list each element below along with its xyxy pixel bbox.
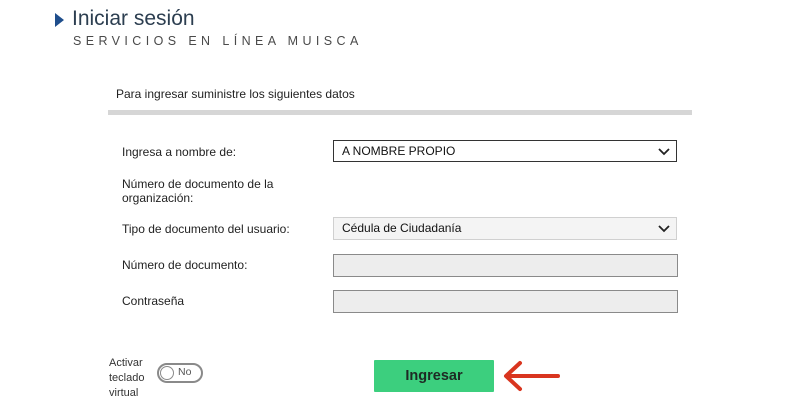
user-doc-type-label: Tipo de documento del usuario:: [122, 222, 290, 236]
chevron-down-icon: [658, 225, 670, 233]
on-behalf-label: Ingresa a nombre de:: [122, 145, 237, 159]
toggle-knob: [160, 366, 174, 380]
password-input[interactable]: [333, 290, 678, 313]
login-panel: Para ingresar suministre los siguientes …: [108, 76, 692, 115]
page-subtitle: SERVICIOS EN LÍNEA MUISCA: [73, 34, 363, 48]
org-doc-label: Número de documento de la organización:: [122, 177, 274, 205]
doc-number-input[interactable]: [333, 254, 678, 277]
chevron-down-icon: [658, 148, 670, 156]
triangle-right-icon: [55, 13, 64, 27]
toggle-state-text: No: [178, 366, 192, 378]
panel-heading: Para ingresar suministre los siguientes …: [108, 76, 692, 115]
on-behalf-select[interactable]: A NOMBRE PROPIO: [333, 140, 677, 162]
password-label: Contraseña: [122, 294, 185, 308]
user-doc-type-value: Cédula de Ciudadanía: [342, 221, 462, 235]
page-title: Iniciar sesión: [72, 7, 195, 30]
on-behalf-value: A NOMBRE PROPIO: [342, 144, 456, 158]
virtual-keyboard-toggle[interactable]: No: [157, 363, 203, 383]
doc-number-label: Número de documento:: [122, 258, 248, 272]
user-doc-type-select[interactable]: Cédula de Ciudadanía: [333, 217, 677, 240]
annotation-arrow-icon: [504, 361, 560, 391]
submit-button[interactable]: Ingresar: [374, 360, 494, 392]
virtual-keyboard-label: Activar teclado virtual: [109, 357, 145, 399]
